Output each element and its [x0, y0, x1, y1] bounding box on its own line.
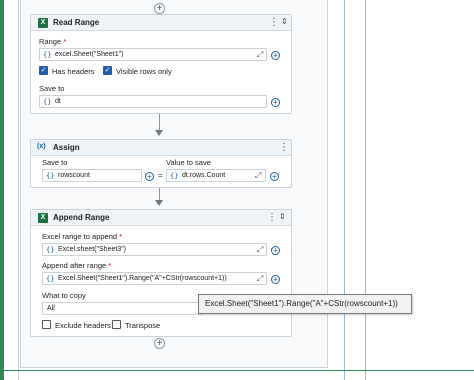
left-accent-stripe — [0, 0, 4, 380]
side-panel — [344, 0, 366, 380]
expression-braces-icon: {} — [46, 172, 55, 180]
value-to-save-label: Value to save — [166, 158, 211, 167]
expand-editor-icon[interactable]: ⤢ — [257, 274, 263, 284]
append-after-plus-button[interactable]: + — [271, 275, 280, 284]
range-label: Range * — [39, 37, 67, 46]
right-area — [367, 0, 474, 380]
save-to-input[interactable]: {} dt — [39, 95, 267, 108]
expression-braces-icon: {} — [46, 246, 55, 254]
expression-tooltip: Excel.Sheet("Sheet1").Range("A"+CStr(row… — [198, 294, 412, 314]
assign-save-to-value: rowscount — [58, 172, 90, 179]
range-value: excel.Sheet("Sheet1") — [55, 51, 124, 58]
save-to-label: Save to — [39, 84, 65, 93]
expression-braces-icon: {} — [170, 172, 179, 180]
arrow-down-icon — [155, 130, 163, 136]
excel-icon: X — [38, 213, 48, 223]
equals-sign: = — [158, 171, 163, 180]
expand-editor-icon[interactable]: ⤢ — [257, 50, 263, 60]
plus-icon: + — [156, 338, 163, 349]
expand-editor-icon[interactable]: ⤢ — [257, 245, 263, 255]
excel-range-plus-button[interactable]: + — [271, 246, 280, 255]
expand-editor-icon[interactable]: ⤢ — [255, 171, 261, 181]
transpose-checkbox[interactable] — [112, 320, 121, 329]
range-plus-button[interactable]: + — [271, 51, 280, 60]
assign-save-to-plus-button[interactable]: + — [145, 172, 154, 181]
value-to-save-plus-button[interactable]: + — [270, 172, 279, 181]
assign-title: Assign — [53, 143, 80, 152]
save-to-value: dt — [55, 98, 61, 105]
what-to-copy-select[interactable]: All — [42, 302, 202, 315]
more-options-icon[interactable]: ⋮ — [279, 142, 289, 153]
more-options-icon[interactable]: ⋮ — [267, 212, 277, 223]
read-range-title: Read Range — [53, 18, 100, 27]
exclude-headers-label: Exclude headers — [55, 321, 111, 330]
excel-icon: X — [38, 18, 48, 28]
save-to-plus-button[interactable]: + — [271, 98, 280, 107]
append-range-title: Append Range — [53, 213, 110, 222]
add-activity-top-button[interactable]: + — [154, 3, 165, 14]
read-range-header: X Read Range ⋮ ⇕ — [31, 15, 291, 31]
expression-braces-icon: {} — [46, 275, 55, 283]
has-headers-checkbox[interactable]: ✓ — [39, 66, 48, 75]
gutter-line — [18, 0, 19, 380]
expression-braces-icon: {} — [43, 51, 52, 59]
range-input[interactable]: {} excel.Sheet("Sheet1") ⤢ — [39, 48, 267, 61]
add-activity-bottom-button[interactable]: + — [154, 338, 165, 349]
append-range-activity[interactable]: X Append Range ⋮ ⇕ Excel range to append… — [30, 209, 292, 337]
more-options-icon[interactable]: ⋮ — [269, 17, 279, 28]
visible-rows-label: Visible rows only — [116, 67, 172, 76]
arrow-down-icon — [155, 200, 163, 206]
excel-range-label: Excel range to append * — [42, 232, 123, 241]
value-to-save-value: dt.rows.Count — [182, 172, 226, 179]
assign-header: (x) Assign ⋮ — [31, 140, 291, 156]
value-to-save-input[interactable]: {} dt.rows.Count ⤢ — [166, 169, 266, 182]
append-range-header: X Append Range ⋮ ⇕ — [31, 210, 291, 226]
visible-rows-checkbox[interactable]: ✓ — [103, 66, 112, 75]
append-after-value: Excel.Sheet("Sheet1").Range("A"+CStr(row… — [58, 275, 227, 282]
assign-save-to-input[interactable]: {} rowscount — [42, 169, 142, 182]
excel-range-value: Excel.sheet("Sheet3") — [58, 246, 127, 253]
append-after-input[interactable]: {} Excel.Sheet("Sheet1").Range("A"+CStr(… — [42, 272, 267, 285]
expression-braces-icon: {} — [43, 98, 52, 106]
transpose-label: Transpose — [125, 321, 161, 330]
collapse-icon[interactable]: ⇕ — [279, 212, 286, 221]
exclude-headers-checkbox[interactable] — [42, 320, 51, 329]
plus-icon: + — [156, 3, 163, 14]
what-to-copy-value: All — [47, 305, 55, 312]
tooltip-text: Excel.Sheet("Sheet1").Range("A"+CStr(row… — [205, 299, 398, 308]
assign-activity[interactable]: (x) Assign ⋮ Save to {} rowscount + = Va… — [30, 139, 292, 188]
collapse-icon[interactable]: ⇕ — [281, 17, 288, 26]
assign-icon: (x) — [37, 143, 46, 150]
assign-save-to-label: Save to — [42, 158, 68, 167]
read-range-activity[interactable]: X Read Range ⋮ ⇕ Range * {} excel.Sheet(… — [30, 14, 292, 114]
has-headers-label: Has headers — [52, 67, 95, 76]
excel-range-input[interactable]: {} Excel.sheet("Sheet3") ⤢ — [42, 243, 267, 256]
what-to-copy-label: What to copy — [42, 291, 86, 300]
bottom-border-line — [0, 370, 474, 371]
append-after-label: Append after range * — [42, 261, 112, 270]
